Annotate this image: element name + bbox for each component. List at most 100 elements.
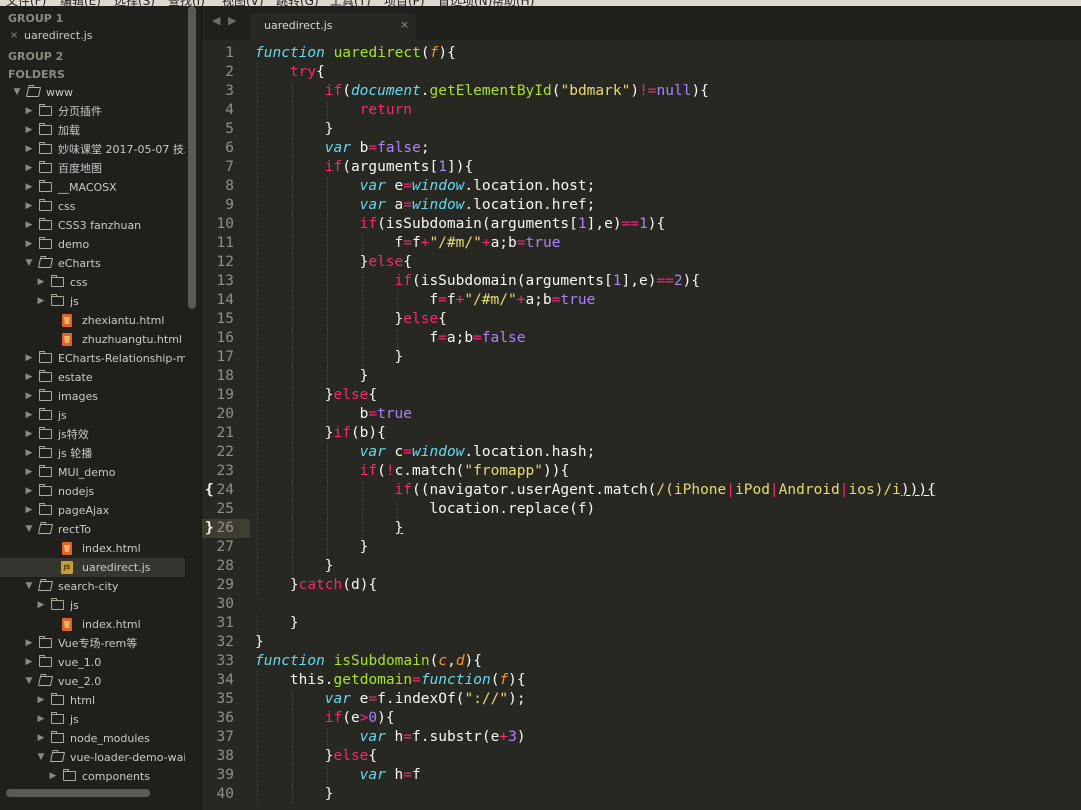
chevron-down-icon[interactable]: ▼ bbox=[24, 577, 34, 596]
sidebar-row[interactable]: × uaredirect.js bbox=[0, 26, 185, 45]
sidebar-row[interactable]: ▶ demo bbox=[0, 235, 185, 254]
code-line[interactable]: } bbox=[290, 614, 299, 633]
chevron-right-icon[interactable]: ▶ bbox=[24, 444, 34, 463]
sidebar-vertical-scrollbar[interactable] bbox=[188, 6, 196, 309]
chevron-right-icon[interactable]: ▶ bbox=[36, 292, 46, 311]
sidebar-row[interactable]: index.html bbox=[0, 539, 185, 558]
close-icon[interactable]: × bbox=[400, 18, 409, 31]
sidebar-row[interactable]: zhexiantu.html bbox=[0, 311, 185, 330]
code-line[interactable]: if(isSubdomain(arguments[1],e)==1){ bbox=[360, 215, 666, 234]
code-line[interactable]: }catch(d){ bbox=[290, 576, 377, 595]
sidebar-row[interactable]: ▶ html bbox=[0, 691, 185, 710]
sidebar-row[interactable]: ▶ 分页插件 bbox=[0, 102, 185, 121]
code-line[interactable]: } bbox=[360, 367, 369, 386]
chevron-down-icon[interactable]: ▼ bbox=[24, 520, 34, 539]
code-line[interactable]: var b=false; bbox=[325, 139, 430, 158]
sidebar-row[interactable]: ▼ www bbox=[0, 83, 185, 102]
code-line[interactable]: if(!c.match("fromapp")){ bbox=[360, 462, 570, 481]
code-line[interactable]: function uaredirect(f){ bbox=[255, 44, 456, 63]
chevron-right-icon[interactable]: ▶ bbox=[48, 767, 58, 786]
code-line[interactable]: try{ bbox=[290, 63, 325, 82]
code-line[interactable]: if(e>0){ bbox=[325, 709, 395, 728]
chevron-right-icon[interactable]: ▶ bbox=[36, 710, 46, 729]
code-line[interactable]: } bbox=[360, 538, 369, 557]
code-line[interactable]: }else{ bbox=[325, 747, 377, 766]
code-line[interactable]: return bbox=[360, 101, 412, 120]
chevron-right-icon[interactable]: ▶ bbox=[24, 197, 34, 216]
chevron-right-icon[interactable]: ▶ bbox=[24, 216, 34, 235]
chevron-right-icon[interactable]: ▶ bbox=[24, 368, 34, 387]
sidebar-row[interactable]: ▼ vue_2.0 bbox=[0, 672, 185, 691]
chevron-right-icon[interactable]: ▶ bbox=[24, 121, 34, 140]
code-line[interactable]: }else{ bbox=[325, 386, 377, 405]
sidebar-row[interactable]: ▶ js 轮播 bbox=[0, 444, 185, 463]
chevron-right-icon[interactable]: ▶ bbox=[24, 349, 34, 368]
chevron-right-icon[interactable]: ▶ bbox=[36, 729, 46, 748]
code-line[interactable]: if(document.getElementById("bdmark")!=nu… bbox=[325, 82, 709, 101]
code-line[interactable]: } bbox=[395, 348, 404, 367]
chevron-right-icon[interactable]: ▶ bbox=[24, 482, 34, 501]
sidebar-row[interactable]: ▶ node_modules bbox=[0, 729, 185, 748]
sidebar-row[interactable]: ▶ __MACOSX bbox=[0, 178, 185, 197]
chevron-right-icon[interactable]: ▶ bbox=[24, 634, 34, 653]
sidebar-row[interactable]: ▶ js bbox=[0, 596, 185, 615]
code-line[interactable]: var h=f.substr(e+3) bbox=[360, 728, 526, 747]
chevron-right-icon[interactable]: ▶ bbox=[24, 235, 34, 254]
code-line[interactable]: if((navigator.userAgent.match(/(iPhone|i… bbox=[395, 481, 936, 500]
chevron-down-icon[interactable]: ▼ bbox=[24, 254, 34, 273]
chevron-down-icon[interactable]: ▼ bbox=[36, 748, 46, 767]
sidebar-row[interactable]: ▶ js bbox=[0, 406, 185, 425]
chevron-right-icon[interactable]: ▶ bbox=[24, 425, 34, 444]
sidebar-row[interactable]: ▶ js bbox=[0, 710, 185, 729]
code-line[interactable]: this.getdomain=function(f){ bbox=[290, 671, 526, 690]
code-line[interactable]: function isSubdomain(c,d){ bbox=[255, 652, 482, 671]
chevron-right-icon[interactable]: ▶ bbox=[36, 691, 46, 710]
sidebar-row[interactable]: zhuzhuangtu.html bbox=[0, 330, 185, 349]
sidebar-row[interactable]: ▶ images bbox=[0, 387, 185, 406]
sidebar-row[interactable]: ▶ 妙味课堂 2017-05-07 技术 bbox=[0, 140, 185, 159]
chevron-right-icon[interactable]: ▶ bbox=[24, 140, 34, 159]
code-line[interactable]: f=f+"/#m/"+a;b=true bbox=[395, 234, 561, 253]
code-line[interactable]: b=true bbox=[360, 405, 412, 424]
sidebar-row[interactable]: ▶ MUI_demo bbox=[0, 463, 185, 482]
sidebar-row[interactable]: index.html bbox=[0, 615, 185, 634]
code-line[interactable]: }else{ bbox=[395, 310, 447, 329]
code-line[interactable]: var a=window.location.href; bbox=[360, 196, 596, 215]
code-line[interactable]: var c=window.location.hash; bbox=[360, 443, 596, 462]
sidebar-row[interactable]: ▶ components bbox=[0, 767, 185, 786]
sidebar-row[interactable]: ▶ pageAjax bbox=[0, 501, 185, 520]
code-line[interactable]: f=a;b=false bbox=[429, 329, 525, 348]
sidebar-row[interactable]: ▼ eCharts bbox=[0, 254, 185, 273]
close-icon[interactable]: × bbox=[10, 26, 18, 45]
sidebar-horizontal-scrollbar[interactable] bbox=[6, 789, 150, 797]
chevron-right-icon[interactable]: ▶ bbox=[24, 653, 34, 672]
code-line[interactable]: var e=f.indexOf("://"); bbox=[325, 690, 526, 709]
sidebar-row[interactable]: ▶ css bbox=[0, 273, 185, 292]
chevron-right-icon[interactable]: ▶ bbox=[36, 596, 46, 615]
code-line[interactable]: }if(b){ bbox=[325, 424, 386, 443]
code-line[interactable]: var h=f bbox=[360, 766, 421, 785]
chevron-right-icon[interactable]: ▶ bbox=[36, 273, 46, 292]
chevron-right-icon[interactable]: ▶ bbox=[24, 463, 34, 482]
sidebar-row[interactable]: ▶ estate bbox=[0, 368, 185, 387]
chevron-right-icon[interactable]: ▶ bbox=[24, 159, 34, 178]
tab-uaredirect[interactable]: uaredirect.js × bbox=[250, 13, 416, 40]
sidebar-row[interactable]: ▶ 加载 bbox=[0, 121, 185, 140]
chevron-down-icon[interactable]: ▼ bbox=[24, 672, 34, 691]
code-line[interactable]: }else{ bbox=[360, 253, 412, 272]
sidebar-row[interactable]: ▶ Vue专场-rem等 bbox=[0, 634, 185, 653]
sidebar-row[interactable]: ▶ 百度地图 bbox=[0, 159, 185, 178]
chevron-right-icon[interactable]: ▶ bbox=[24, 501, 34, 520]
code-line[interactable]: } bbox=[325, 557, 334, 576]
code-editor[interactable]: 1 function uaredirect(f){2 try{3 if(documen… bbox=[202, 40, 1081, 810]
sidebar-row[interactable]: ▼ search-city bbox=[0, 577, 185, 596]
sidebar-row[interactable]: ▼ vue-loader-demo-wai bbox=[0, 748, 185, 767]
nav-forward-icon[interactable]: ▶ bbox=[228, 14, 236, 27]
sidebar-row[interactable]: JS uaredirect.js bbox=[0, 558, 185, 577]
chevron-right-icon[interactable]: ▶ bbox=[24, 178, 34, 197]
code-line[interactable]: if(isSubdomain(arguments[1],e)==2){ bbox=[395, 272, 701, 291]
chevron-down-icon[interactable]: ▼ bbox=[12, 83, 22, 102]
sidebar-row[interactable]: ▶ js特效 bbox=[0, 425, 185, 444]
sidebar-row[interactable]: ▶ nodejs bbox=[0, 482, 185, 501]
code-line[interactable]: f=f+"/#m/"+a;b=true bbox=[429, 291, 595, 310]
